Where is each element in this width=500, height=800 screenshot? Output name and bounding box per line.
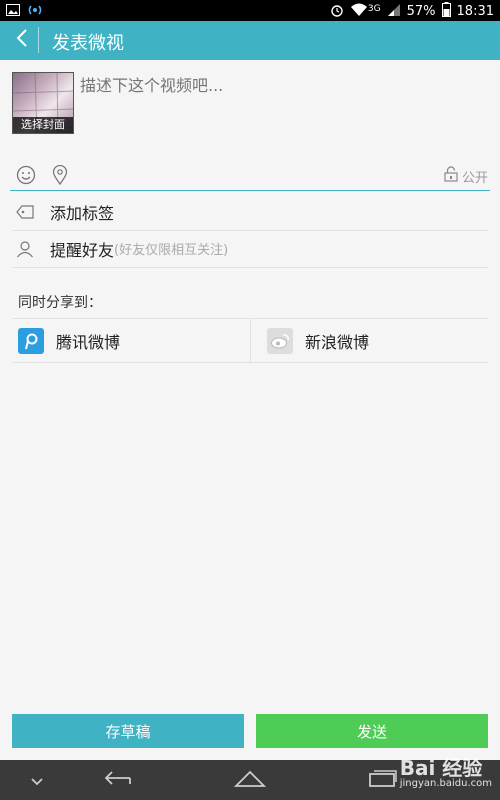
wifi-icon	[350, 3, 368, 21]
sina-weibo-label: 新浪微博	[305, 332, 370, 352]
chevron-down-icon[interactable]	[30, 772, 44, 791]
share-section-title: 同时分享到：	[18, 295, 102, 311]
clock: 18:31	[456, 4, 494, 19]
home-icon[interactable]	[233, 768, 267, 792]
send-button[interactable]: 发送	[256, 714, 488, 748]
smile-icon[interactable]	[16, 165, 36, 189]
back-button[interactable]	[8, 25, 36, 55]
tencent-weibo-label: 腾讯微博	[56, 332, 121, 352]
privacy-label: 公开	[461, 170, 488, 186]
tag-icon	[12, 204, 38, 220]
user-icon	[12, 240, 38, 258]
remind-friends-label: 提醒好友	[50, 240, 115, 260]
watermark-text: Bai 经验	[399, 756, 483, 780]
location-pin-icon[interactable]	[52, 164, 68, 189]
cell-signal-icon	[387, 3, 401, 21]
remind-friends-row[interactable]: 提醒好友 (好友仅限相互关注)	[12, 230, 488, 268]
status-bar: 3G 57% 18:31	[0, 0, 500, 21]
back-arrow-icon[interactable]	[104, 768, 134, 792]
watermark-url: jingyan.baidu.com	[399, 778, 492, 789]
network-type-label: 3G	[367, 3, 381, 14]
battery-icon	[441, 2, 451, 21]
battery-percentage: 57%	[406, 4, 436, 19]
chevron-left-icon	[16, 28, 28, 52]
save-draft-button[interactable]: 存草稿	[12, 714, 244, 748]
share-sina-weibo[interactable]: 新浪微博	[250, 319, 488, 362]
app-bar: 发表微视	[0, 21, 500, 60]
sina-weibo-icon	[267, 327, 293, 354]
video-cover-picker[interactable]: 选择封面	[12, 72, 74, 134]
remind-friends-hint: (好友仅限相互关注)	[114, 243, 229, 258]
lock-icon	[444, 166, 458, 186]
share-targets: 腾讯微博 新浪微博	[12, 318, 488, 363]
image-icon	[6, 4, 20, 20]
cover-label: 选择封面	[13, 117, 73, 133]
alarm-icon	[330, 3, 344, 21]
add-tag-label: 添加标签	[50, 203, 115, 223]
share-tencent-weibo[interactable]: 腾讯微博	[12, 319, 250, 362]
signal-broadcast-icon	[28, 3, 42, 21]
compose-toolbar: 公开	[10, 161, 490, 191]
description-input[interactable]	[80, 76, 480, 95]
appbar-divider	[38, 27, 39, 53]
recent-apps-icon[interactable]	[368, 768, 398, 792]
privacy-toggle[interactable]: 公开	[444, 166, 488, 186]
baidu-jingyan-watermark: Bai 经验 jingyan.baidu.com	[400, 752, 492, 789]
page-title: 发表微视	[52, 33, 124, 54]
add-tag-row[interactable]: 添加标签	[12, 193, 488, 231]
tencent-weibo-icon	[18, 327, 44, 354]
